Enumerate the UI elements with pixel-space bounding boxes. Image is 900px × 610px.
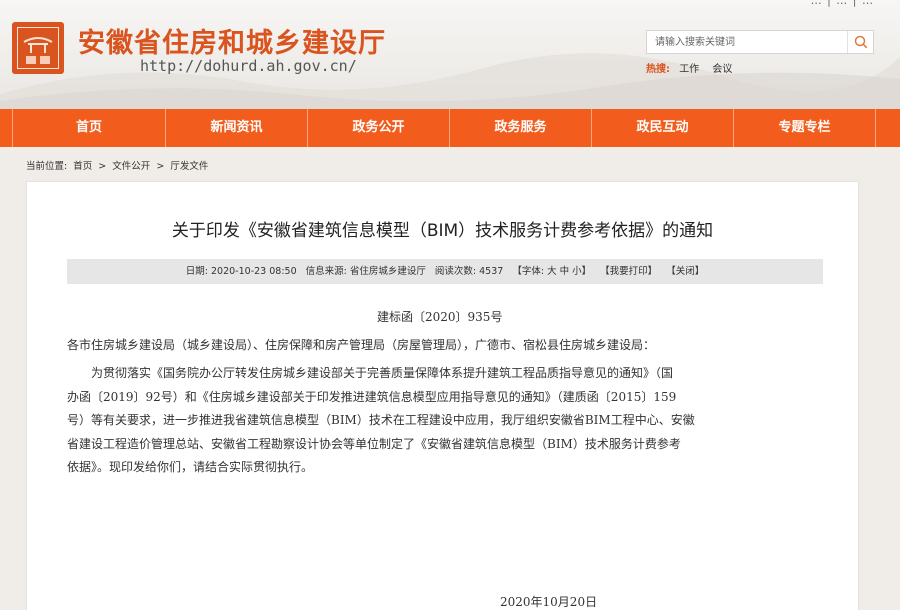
meta-date: 日期: 2020-10-23 08:50 xyxy=(185,266,297,277)
breadcrumb-dept-docs[interactable]: 厅发文件 xyxy=(170,161,208,172)
logo-pavilion-graphic xyxy=(23,37,53,64)
breadcrumb-home[interactable]: 首页 xyxy=(73,161,92,172)
search-input[interactable] xyxy=(647,31,843,53)
body-line: 依据》。现印发给你们，请结合实际贯彻执行。 xyxy=(67,460,314,474)
body-line: 号）等有关要求，进一步推进我省建筑信息模型（BIM）技术在工程建设中应用，我厅组… xyxy=(67,413,695,427)
emblem-logo-icon[interactable] xyxy=(12,22,64,74)
article-title: 关于印发《安徽省建筑信息模型（BIM）技术服务计费参考依据》的通知 xyxy=(171,221,714,241)
body-line: 省建设工程造价管理总站、安徽省工程勘察设计协会等单位制定了《安徽省建筑信息模型（… xyxy=(67,436,681,451)
font-size-control[interactable]: 【字体: 大 中 小】 xyxy=(512,266,591,277)
breadcrumb-separator: > xyxy=(156,161,165,172)
search-box xyxy=(646,30,874,54)
breadcrumb-file-public[interactable]: 文件公开 xyxy=(112,161,150,172)
article-panel: 关于印发《安徽省建筑信息模型（BIM）技术服务计费参考依据》的通知 日期: 20… xyxy=(26,181,859,610)
hot-search-label: 热搜: xyxy=(646,64,670,75)
top-links[interactable]: … | … | … xyxy=(811,0,874,7)
body-line: 办函〔2019〕92号）和《住房城乡建设部关于印发推进建筑信息模型应用指导意见的… xyxy=(67,389,677,404)
breadcrumb: 当前位置: 首页 > 文件公开 > 厅发文件 xyxy=(26,158,211,172)
article-body: 为贯彻落实《国务院办公厅转发住房城乡建设部关于完善质量保障体系提升建筑工程品质指… xyxy=(67,362,827,480)
body-line: 为贯彻落实《国务院办公厅转发住房城乡建设部关于完善质量保障体系提升建筑工程品质指… xyxy=(67,366,674,380)
nav-item-gov-affairs[interactable]: 政务公开 xyxy=(308,109,450,147)
meta-source: 信息来源: 省住房城乡建设厅 xyxy=(305,266,426,277)
meta-views: 阅读次数: 4537 xyxy=(434,266,504,277)
search-button[interactable] xyxy=(847,31,873,53)
breadcrumb-separator: > xyxy=(98,161,107,172)
nav-item-gov-service[interactable]: 政务服务 xyxy=(450,109,592,147)
article-meta-bar: 日期: 2020-10-23 08:50 信息来源: 省住房城乡建设厅 阅读次数… xyxy=(67,259,823,284)
nav-item-home[interactable]: 首页 xyxy=(12,109,166,147)
sign-date: 2020年10月20日 xyxy=(500,595,598,609)
addressee: 各市住房城乡建设局（城乡建设局）、住房保障和房产管理局（房屋管理局），广德市、宿… xyxy=(67,338,656,352)
hot-search-item[interactable]: 会议 xyxy=(712,64,732,75)
nav-item-topics[interactable]: 专题专栏 xyxy=(734,109,876,147)
hot-search-item[interactable]: 工作 xyxy=(679,64,699,75)
print-button[interactable]: 【我要打印】 xyxy=(600,266,657,277)
nav-item-news[interactable]: 新闻资讯 xyxy=(166,109,308,147)
logo-frame xyxy=(17,27,59,69)
breadcrumb-label: 当前位置: xyxy=(26,161,68,172)
main-nav: 首页 新闻资讯 政务公开 政务服务 政民互动 专题专栏 xyxy=(0,109,900,147)
nav-item-interaction[interactable]: 政民互动 xyxy=(592,109,734,147)
site-title[interactable]: 安徽省住房和城乡建设厅 xyxy=(78,21,386,60)
search-icon xyxy=(854,35,868,49)
site-url: http://dohurd.ah.gov.cn/ xyxy=(140,57,357,75)
site-header: … | … | … 安徽省住房和城乡建设厅 http://dohurd.ah.g… xyxy=(0,0,900,109)
hot-search: 热搜: 工作 会议 xyxy=(646,60,742,75)
close-button[interactable]: 【关闭】 xyxy=(666,266,704,277)
document-number: 建标函〔2020〕935号 xyxy=(377,310,503,324)
